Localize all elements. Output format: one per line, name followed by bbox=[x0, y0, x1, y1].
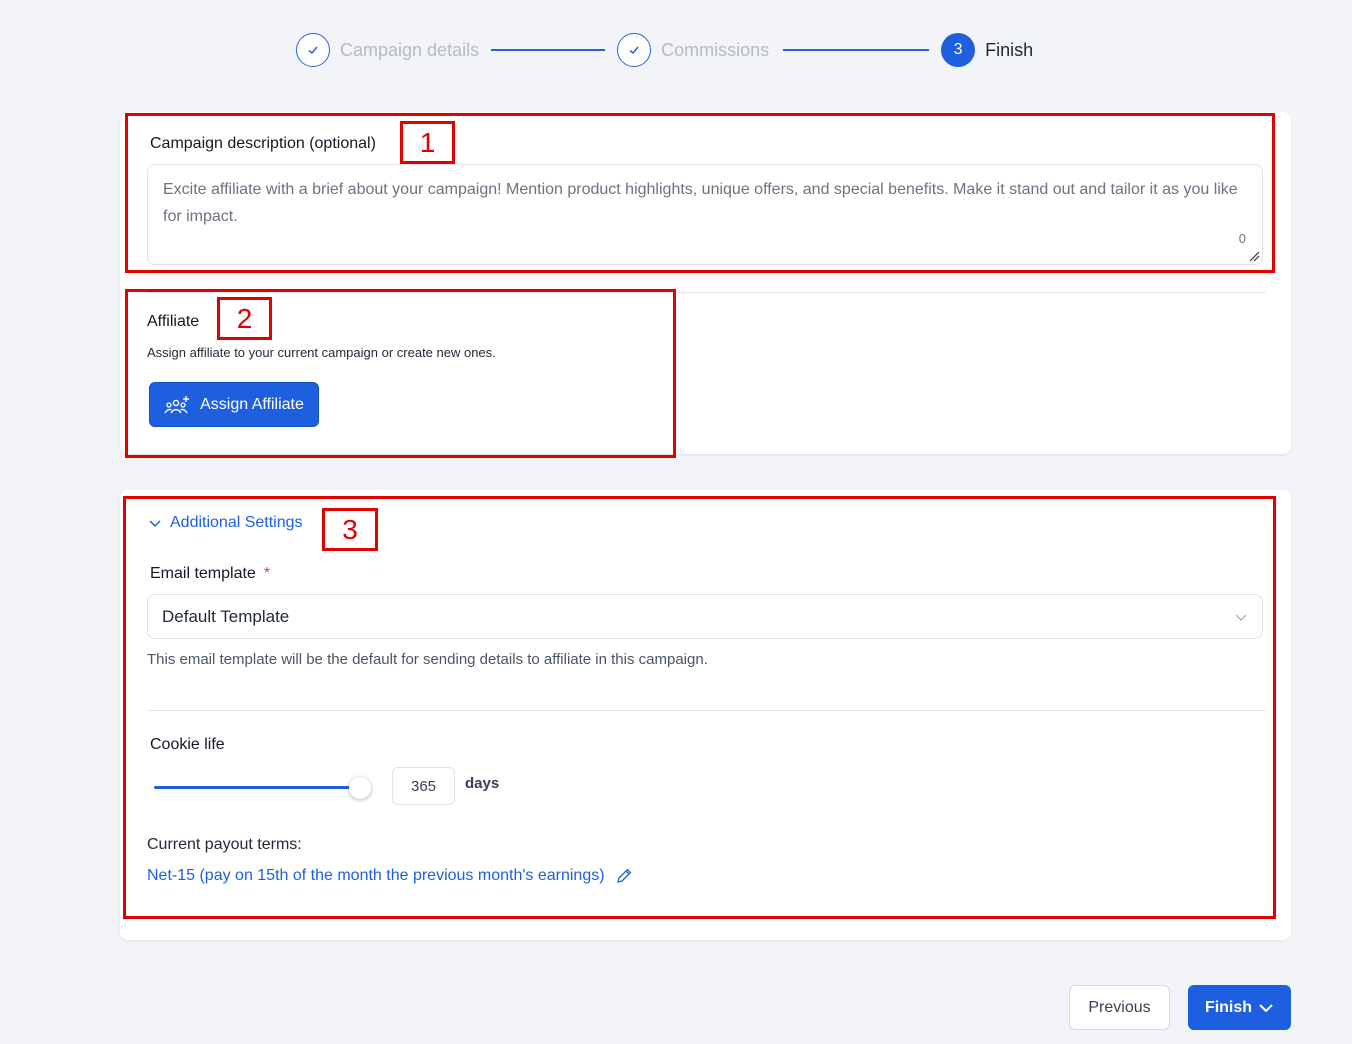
finish-button[interactable]: Finish bbox=[1188, 985, 1291, 1030]
step-number: 3 bbox=[941, 33, 976, 67]
step-campaign-details[interactable]: Campaign details bbox=[296, 33, 479, 67]
step-finish[interactable]: 3 Finish bbox=[941, 33, 1033, 67]
check-icon bbox=[296, 33, 330, 67]
check-icon bbox=[617, 33, 652, 67]
step-connector bbox=[491, 49, 606, 51]
step-label: Campaign details bbox=[340, 39, 480, 60]
annotation-box-3 bbox=[123, 496, 1276, 919]
annotation-box-1 bbox=[125, 113, 1275, 273]
previous-button[interactable]: Previous bbox=[1069, 985, 1170, 1030]
campaign-wizard-page: Campaign details Commissions 3 Finish Ca… bbox=[0, 0, 1352, 1044]
annotation-box-2 bbox=[125, 289, 676, 458]
chevron-down-icon bbox=[1259, 1003, 1273, 1012]
wizard-stepper: Campaign details Commissions 3 Finish bbox=[296, 32, 1033, 68]
step-label: Commissions bbox=[661, 39, 770, 60]
annotation-tag-1: 1 bbox=[400, 121, 455, 164]
step-connector bbox=[783, 49, 930, 51]
step-commissions[interactable]: Commissions bbox=[617, 33, 769, 67]
step-label: Finish bbox=[985, 39, 1034, 60]
finish-label: Finish bbox=[1204, 998, 1253, 1016]
annotation-tag-2: 2 bbox=[217, 297, 272, 340]
annotation-tag-3: 3 bbox=[322, 508, 378, 551]
